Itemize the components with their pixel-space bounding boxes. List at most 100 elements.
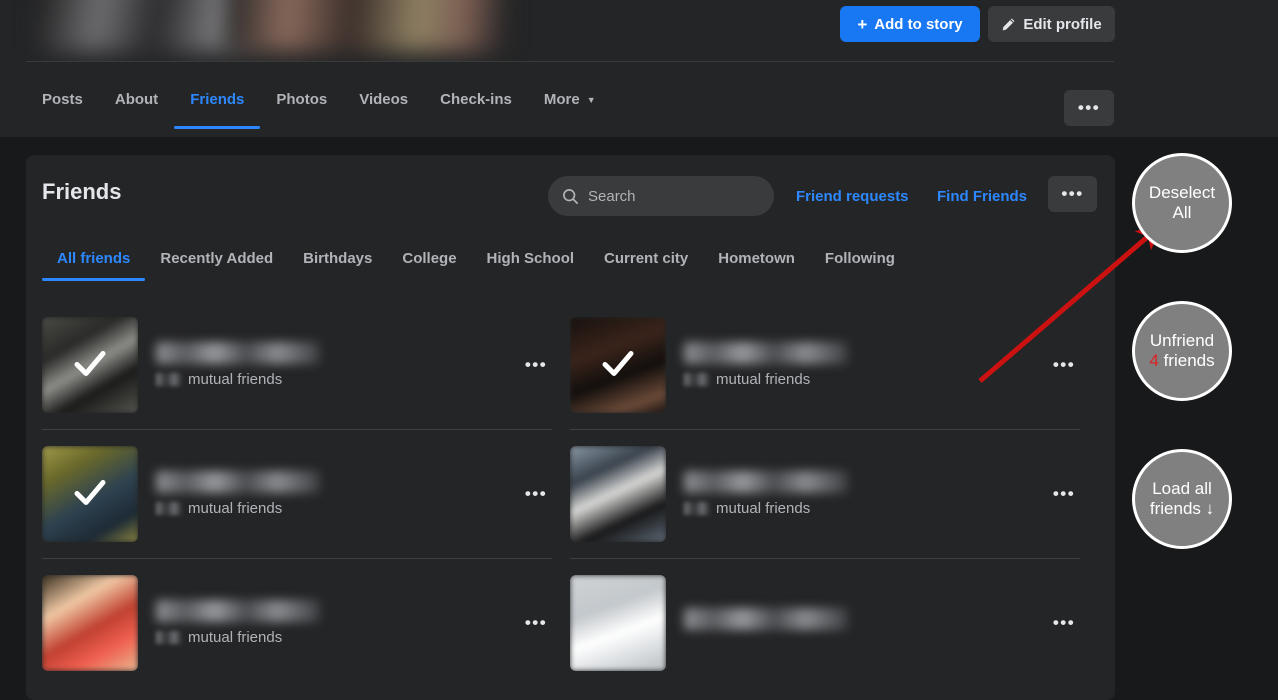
profile-nav-more-button[interactable]: ••• (1064, 90, 1114, 126)
mutual-friends-label: mutual friends (188, 371, 282, 388)
load-all-line1: Load all (1152, 479, 1212, 498)
add-to-story-label: Add to story (874, 16, 962, 33)
list-item[interactable]: mutual friends ••• (42, 429, 570, 558)
friend-name-redacted (156, 342, 320, 364)
avatar[interactable] (42, 446, 138, 542)
ellipsis-icon: ••• (525, 613, 547, 633)
avatar[interactable] (42, 317, 138, 413)
mutual-count-redacted (684, 373, 710, 386)
mutual-count-redacted (156, 373, 182, 386)
filter-tab-hometown[interactable]: Hometown (703, 235, 810, 281)
mutual-friends-row: mutual friends (684, 500, 1046, 517)
nav-tab-videos[interactable]: Videos (343, 71, 424, 129)
friends-list: mutual friends ••• mutua (42, 300, 1099, 687)
nav-tab-label: Videos (359, 91, 408, 108)
filter-tab-current-city[interactable]: Current city (589, 235, 703, 281)
find-friends-link[interactable]: Find Friends (937, 188, 1027, 205)
load-all-friends-button[interactable]: Load all friends ↓ (1132, 449, 1232, 549)
filter-tab-label: Recently Added (160, 250, 273, 267)
chevron-down-icon: ▼ (587, 95, 596, 105)
selected-check-icon (70, 473, 110, 518)
add-to-story-button[interactable]: + Add to story (840, 6, 980, 42)
mutual-friends-row: mutual friends (156, 629, 518, 646)
nav-tab-label: Photos (276, 91, 327, 108)
filter-tab-label: Current city (604, 250, 688, 267)
nav-tab-photos[interactable]: Photos (260, 71, 343, 129)
avatar-image (42, 575, 138, 671)
filter-tab-label: College (402, 250, 456, 267)
plus-icon: + (857, 16, 867, 33)
friend-info: mutual friends (156, 600, 518, 646)
filter-tab-all-friends[interactable]: All friends (42, 235, 145, 281)
filter-tab-college[interactable]: College (387, 235, 471, 281)
friend-row-more-button[interactable]: ••• (518, 605, 554, 641)
friend-row-more-button[interactable]: ••• (518, 476, 554, 512)
unfriend-count-badge: 4 (1149, 351, 1158, 370)
friend-info: mutual friends (156, 342, 518, 388)
nav-tab-posts[interactable]: Posts (26, 71, 99, 129)
nav-tab-about[interactable]: About (99, 71, 174, 129)
edit-profile-button[interactable]: Edit profile (988, 6, 1115, 42)
filter-tab-label: All friends (57, 250, 130, 267)
friend-info: mutual friends (156, 471, 518, 517)
avatar[interactable] (570, 317, 666, 413)
mutual-friends-label: mutual friends (716, 371, 810, 388)
friend-info: mutual friends (684, 342, 1046, 388)
ellipsis-icon: ••• (525, 484, 547, 504)
friend-info (684, 608, 1046, 637)
filter-tab-recently-added[interactable]: Recently Added (145, 235, 288, 281)
selected-check-icon (598, 344, 638, 389)
unfriend-friends-button[interactable]: Unfriend 4 friends (1132, 301, 1232, 401)
page-title: Friends (42, 179, 121, 205)
list-item[interactable]: mutual friends ••• (42, 300, 570, 429)
friends-filter-tabs: All friends Recently Added Birthdays Col… (42, 235, 910, 281)
filter-tab-label: Hometown (718, 250, 795, 267)
deselect-all-label: Deselect All (1149, 183, 1215, 223)
filter-tab-birthdays[interactable]: Birthdays (288, 235, 387, 281)
friend-name-redacted (684, 342, 848, 364)
friend-row-more-button[interactable]: ••• (1046, 347, 1082, 383)
nav-tab-label: Check-ins (440, 91, 512, 108)
nav-tab-label: Friends (190, 91, 244, 108)
filter-tab-label: Birthdays (303, 250, 372, 267)
nav-tab-friends[interactable]: Friends (174, 71, 260, 129)
search-input[interactable] (588, 188, 760, 205)
list-item[interactable]: ••• (570, 558, 1098, 687)
ellipsis-icon: ••• (1053, 613, 1075, 633)
avatar-image (570, 446, 666, 542)
nav-tab-label: More (544, 91, 580, 108)
list-item[interactable]: mutual friends ••• (570, 300, 1098, 429)
avatar[interactable] (570, 575, 666, 671)
list-item[interactable]: mutual friends ••• (570, 429, 1098, 558)
ellipsis-icon: ••• (1078, 98, 1100, 118)
ellipsis-icon: ••• (1061, 184, 1083, 204)
deselect-all-line1: Deselect (1149, 183, 1215, 202)
filter-tab-following[interactable]: Following (810, 235, 910, 281)
friend-row-more-button[interactable]: ••• (1046, 476, 1082, 512)
mutual-count-redacted (156, 502, 182, 515)
ellipsis-icon: ••• (525, 355, 547, 375)
avatar[interactable] (570, 446, 666, 542)
mutual-friends-row: mutual friends (156, 371, 518, 388)
nav-tab-check-ins[interactable]: Check-ins (424, 71, 528, 129)
deselect-all-button[interactable]: Deselect All (1132, 153, 1232, 253)
friend-requests-link[interactable]: Friend requests (796, 188, 909, 205)
unfriend-line2-suffix: friends (1159, 351, 1215, 370)
friend-name-redacted (156, 600, 320, 622)
selected-check-icon (70, 344, 110, 389)
friends-card: Friends Friend requests Find Friends •••… (26, 155, 1115, 700)
redacted-profile-subtitle (228, 0, 506, 52)
friends-card-more-button[interactable]: ••• (1048, 176, 1097, 212)
nav-tab-more[interactable]: More ▼ (528, 71, 612, 129)
filter-tab-label: High School (487, 250, 575, 267)
friends-search-box[interactable] (548, 176, 774, 216)
friend-name-redacted (684, 471, 848, 493)
filter-tab-label: Following (825, 250, 895, 267)
avatar[interactable] (42, 575, 138, 671)
profile-nav-tabs: Posts About Friends Photos Videos Check-… (26, 62, 612, 137)
friend-row-more-button[interactable]: ••• (1046, 605, 1082, 641)
mutual-friends-label: mutual friends (188, 500, 282, 517)
filter-tab-high-school[interactable]: High School (472, 235, 590, 281)
friend-row-more-button[interactable]: ••• (518, 347, 554, 383)
list-item[interactable]: mutual friends ••• (42, 558, 570, 687)
